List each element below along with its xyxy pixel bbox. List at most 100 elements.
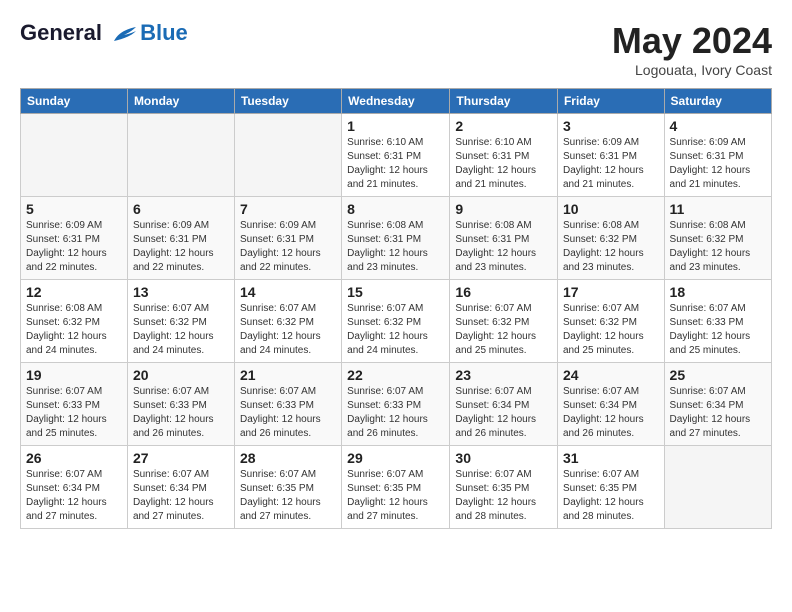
day-info: Sunrise: 6:07 AM Sunset: 6:32 PM Dayligh… — [563, 302, 659, 358]
month-title: May 2024 — [612, 20, 772, 62]
day-number: 6 — [133, 201, 229, 217]
calendar-cell: 2 Sunrise: 6:10 AM Sunset: 6:31 PM Daylig… — [450, 114, 558, 197]
calendar-cell: 20 Sunrise: 6:07 AM Sunset: 6:33 PM Dayli… — [127, 363, 234, 446]
day-number: 5 — [26, 201, 122, 217]
day-number: 16 — [455, 284, 552, 300]
calendar-cell: 11 Sunrise: 6:08 AM Sunset: 6:32 PM Dayli… — [664, 197, 771, 280]
calendar-cell — [234, 114, 341, 197]
day-info: Sunrise: 6:09 AM Sunset: 6:31 PM Dayligh… — [26, 219, 122, 275]
weekday-header-tuesday: Tuesday — [234, 89, 341, 114]
day-number: 3 — [563, 118, 659, 134]
calendar-cell: 26Sunrise: 6:07 AM Sunset: 6:34 PM Dayli… — [21, 446, 128, 529]
day-number: 1 — [347, 118, 444, 134]
weekday-header-monday: Monday — [127, 89, 234, 114]
day-info: Sunrise: 6:07 AM Sunset: 6:35 PM Dayligh… — [455, 468, 552, 524]
day-number: 18 — [670, 284, 766, 300]
calendar-cell: 22Sunrise: 6:07 AM Sunset: 6:33 PM Dayli… — [342, 363, 450, 446]
day-info: Sunrise: 6:07 AM Sunset: 6:32 PM Dayligh… — [455, 302, 552, 358]
day-info: Sunrise: 6:07 AM Sunset: 6:33 PM Dayligh… — [670, 302, 766, 358]
calendar-cell: 3 Sunrise: 6:09 AM Sunset: 6:31 PM Daylig… — [557, 114, 664, 197]
logo-blue: Blue — [140, 20, 188, 46]
day-info: Sunrise: 6:07 AM Sunset: 6:33 PM Dayligh… — [133, 385, 229, 441]
day-number: 12 — [26, 284, 122, 300]
day-number: 25 — [670, 367, 766, 383]
calendar-cell: 6 Sunrise: 6:09 AM Sunset: 6:31 PM Daylig… — [127, 197, 234, 280]
calendar-week-row: 12 Sunrise: 6:08 AM Sunset: 6:32 PM Dayli… — [21, 280, 772, 363]
day-info: Sunrise: 6:07 AM Sunset: 6:35 PM Dayligh… — [347, 468, 444, 524]
day-info: Sunrise: 6:09 AM Sunset: 6:31 PM Dayligh… — [240, 219, 336, 275]
weekday-header-thursday: Thursday — [450, 89, 558, 114]
calendar-week-row: 19 Sunrise: 6:07 AM Sunset: 6:33 PM Dayli… — [21, 363, 772, 446]
day-number: 28 — [240, 450, 336, 466]
day-info: Sunrise: 6:08 AM Sunset: 6:32 PM Dayligh… — [670, 219, 766, 275]
calendar-cell: 23Sunrise: 6:07 AM Sunset: 6:34 PM Dayli… — [450, 363, 558, 446]
day-number: 10 — [563, 201, 659, 217]
day-number: 2 — [455, 118, 552, 134]
calendar-table: SundayMondayTuesdayWednesdayThursdayFrid… — [20, 88, 772, 529]
calendar-cell: 14Sunrise: 6:07 AM Sunset: 6:32 PM Dayli… — [234, 280, 341, 363]
logo: General Blue — [20, 20, 188, 46]
calendar-cell: 8 Sunrise: 6:08 AM Sunset: 6:31 PM Daylig… — [342, 197, 450, 280]
calendar-cell: 10 Sunrise: 6:08 AM Sunset: 6:32 PM Dayli… — [557, 197, 664, 280]
day-info: Sunrise: 6:08 AM Sunset: 6:31 PM Dayligh… — [347, 219, 444, 275]
day-number: 4 — [670, 118, 766, 134]
calendar-cell: 19 Sunrise: 6:07 AM Sunset: 6:33 PM Dayli… — [21, 363, 128, 446]
calendar-cell: 15 Sunrise: 6:07 AM Sunset: 6:32 PM Dayli… — [342, 280, 450, 363]
logo-general: General — [20, 20, 102, 45]
day-number: 27 — [133, 450, 229, 466]
logo-bird-icon — [110, 23, 138, 45]
day-number: 24 — [563, 367, 659, 383]
weekday-header-saturday: Saturday — [664, 89, 771, 114]
calendar-cell: 5 Sunrise: 6:09 AM Sunset: 6:31 PM Daylig… — [21, 197, 128, 280]
calendar-cell: 9 Sunrise: 6:08 AM Sunset: 6:31 PM Daylig… — [450, 197, 558, 280]
calendar-cell: 29Sunrise: 6:07 AM Sunset: 6:35 PM Dayli… — [342, 446, 450, 529]
calendar-cell: 18 Sunrise: 6:07 AM Sunset: 6:33 PM Dayli… — [664, 280, 771, 363]
day-info: Sunrise: 6:10 AM Sunset: 6:31 PM Dayligh… — [455, 136, 552, 192]
calendar-cell: 7 Sunrise: 6:09 AM Sunset: 6:31 PM Daylig… — [234, 197, 341, 280]
calendar-cell: 30 Sunrise: 6:07 AM Sunset: 6:35 PM Dayli… — [450, 446, 558, 529]
day-number: 22 — [347, 367, 444, 383]
weekday-header-sunday: Sunday — [21, 89, 128, 114]
calendar-header-row: SundayMondayTuesdayWednesdayThursdayFrid… — [21, 89, 772, 114]
day-info: Sunrise: 6:07 AM Sunset: 6:34 PM Dayligh… — [563, 385, 659, 441]
page-header: General Blue May 2024 Logouata, Ivory Co… — [20, 20, 772, 78]
day-info: Sunrise: 6:08 AM Sunset: 6:32 PM Dayligh… — [563, 219, 659, 275]
calendar-cell: 1 Sunrise: 6:10 AM Sunset: 6:31 PM Daylig… — [342, 114, 450, 197]
weekday-header-wednesday: Wednesday — [342, 89, 450, 114]
calendar-cell: 24 Sunrise: 6:07 AM Sunset: 6:34 PM Dayli… — [557, 363, 664, 446]
day-info: Sunrise: 6:07 AM Sunset: 6:33 PM Dayligh… — [240, 385, 336, 441]
day-number: 17 — [563, 284, 659, 300]
day-number: 20 — [133, 367, 229, 383]
day-info: Sunrise: 6:08 AM Sunset: 6:32 PM Dayligh… — [26, 302, 122, 358]
calendar-cell: 21 Sunrise: 6:07 AM Sunset: 6:33 PM Dayli… — [234, 363, 341, 446]
day-number: 9 — [455, 201, 552, 217]
day-info: Sunrise: 6:08 AM Sunset: 6:31 PM Dayligh… — [455, 219, 552, 275]
day-number: 23 — [455, 367, 552, 383]
day-number: 11 — [670, 201, 766, 217]
calendar-cell: 17 Sunrise: 6:07 AM Sunset: 6:32 PM Dayli… — [557, 280, 664, 363]
day-info: Sunrise: 6:07 AM Sunset: 6:32 PM Dayligh… — [133, 302, 229, 358]
title-block: May 2024 Logouata, Ivory Coast — [612, 20, 772, 78]
calendar-cell: 28 Sunrise: 6:07 AM Sunset: 6:35 PM Dayli… — [234, 446, 341, 529]
day-info: Sunrise: 6:07 AM Sunset: 6:34 PM Dayligh… — [133, 468, 229, 524]
day-number: 7 — [240, 201, 336, 217]
day-info: Sunrise: 6:07 AM Sunset: 6:35 PM Dayligh… — [240, 468, 336, 524]
day-info: Sunrise: 6:10 AM Sunset: 6:31 PM Dayligh… — [347, 136, 444, 192]
calendar-body: 1 Sunrise: 6:10 AM Sunset: 6:31 PM Daylig… — [21, 114, 772, 529]
day-info: Sunrise: 6:07 AM Sunset: 6:33 PM Dayligh… — [26, 385, 122, 441]
day-info: Sunrise: 6:07 AM Sunset: 6:34 PM Dayligh… — [670, 385, 766, 441]
calendar-cell: 25 Sunrise: 6:07 AM Sunset: 6:34 PM Dayli… — [664, 363, 771, 446]
day-info: Sunrise: 6:09 AM Sunset: 6:31 PM Dayligh… — [133, 219, 229, 275]
location: Logouata, Ivory Coast — [612, 62, 772, 78]
weekday-header-friday: Friday — [557, 89, 664, 114]
calendar-cell: 27 Sunrise: 6:07 AM Sunset: 6:34 PM Dayli… — [127, 446, 234, 529]
day-number: 30 — [455, 450, 552, 466]
day-number: 19 — [26, 367, 122, 383]
day-number: 31 — [563, 450, 659, 466]
day-info: Sunrise: 6:07 AM Sunset: 6:32 PM Dayligh… — [347, 302, 444, 358]
day-number: 13 — [133, 284, 229, 300]
day-number: 8 — [347, 201, 444, 217]
day-number: 21 — [240, 367, 336, 383]
day-info: Sunrise: 6:09 AM Sunset: 6:31 PM Dayligh… — [563, 136, 659, 192]
day-number: 15 — [347, 284, 444, 300]
